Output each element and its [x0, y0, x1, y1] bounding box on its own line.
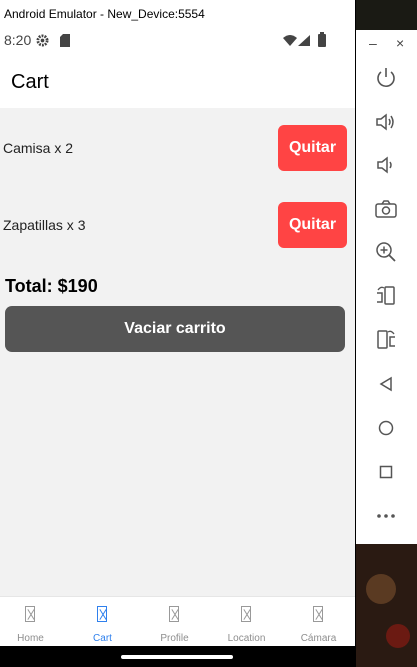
bottom-tab-bar: Home Cart Profile Location Cámara	[0, 596, 355, 647]
emulator-side-toolbar: – ×	[356, 30, 417, 544]
more-icon[interactable]	[374, 504, 398, 528]
zoom-icon[interactable]	[374, 240, 398, 264]
wifi-icon	[283, 35, 297, 46]
cart-item: Zapatillas x 3 Quitar	[0, 202, 355, 250]
cart-content: Camisa x 2 Quitar Zapatillas x 3 Quitar …	[0, 108, 355, 596]
background-blur	[366, 574, 396, 604]
placeholder-icon	[241, 606, 251, 622]
back-icon[interactable]	[374, 372, 398, 396]
cart-item-label: Camisa x 2	[3, 140, 74, 156]
home-gesture-pill[interactable]	[121, 655, 233, 659]
app-header: Cart	[0, 54, 355, 108]
tab-home[interactable]: Home	[0, 597, 66, 647]
placeholder-icon	[97, 606, 107, 622]
close-button[interactable]: ×	[396, 35, 404, 51]
cart-item: Camisa x 2 Quitar	[0, 125, 355, 173]
rotate-left-icon[interactable]	[374, 284, 398, 308]
home-icon[interactable]	[374, 416, 398, 440]
remove-item-button[interactable]: Quitar	[278, 202, 347, 248]
minimize-button[interactable]: –	[369, 35, 377, 51]
desktop-background	[356, 544, 417, 667]
overview-icon[interactable]	[374, 460, 398, 484]
tab-profile[interactable]: Profile	[139, 597, 210, 647]
settings-gear-icon	[36, 34, 49, 47]
tab-label: Profile	[160, 633, 189, 644]
tab-label: Cart	[93, 633, 112, 644]
emulator-screen: Android Emulator - New_Device:5554 8:20 …	[0, 0, 355, 667]
clear-cart-button[interactable]: Vaciar carrito	[5, 306, 345, 352]
remove-item-button[interactable]: Quitar	[278, 125, 347, 171]
background-blur	[386, 624, 410, 648]
tab-label: Home	[17, 633, 44, 644]
system-nav-bar	[0, 646, 355, 667]
power-icon[interactable]	[374, 66, 398, 90]
sd-card-icon	[60, 34, 70, 47]
status-bar: 8:20	[0, 28, 355, 54]
cell-signal-icon	[298, 35, 310, 46]
camera-icon[interactable]	[374, 197, 398, 221]
window-controls: – ×	[356, 30, 417, 58]
desktop-background	[356, 0, 417, 30]
tab-cart[interactable]: Cart	[67, 597, 138, 647]
placeholder-icon	[313, 606, 323, 622]
placeholder-icon	[25, 606, 35, 622]
placeholder-icon	[169, 606, 179, 622]
volume-up-icon[interactable]	[374, 110, 398, 134]
status-time: 8:20	[4, 32, 32, 48]
battery-icon	[318, 32, 326, 47]
cart-total: Total: $190	[5, 276, 98, 296]
volume-down-icon[interactable]	[374, 153, 398, 177]
tab-location[interactable]: Location	[211, 597, 282, 647]
cart-item-label: Zapatillas x 3	[3, 217, 86, 233]
rotate-right-icon[interactable]	[374, 328, 398, 352]
page-title: Cart	[11, 71, 49, 93]
tab-label: Cámara	[300, 633, 337, 644]
tab-label: Location	[227, 633, 266, 644]
tab-camera[interactable]: Cámara	[283, 597, 354, 647]
emulator-window-title: Android Emulator - New_Device:5554	[0, 0, 355, 28]
